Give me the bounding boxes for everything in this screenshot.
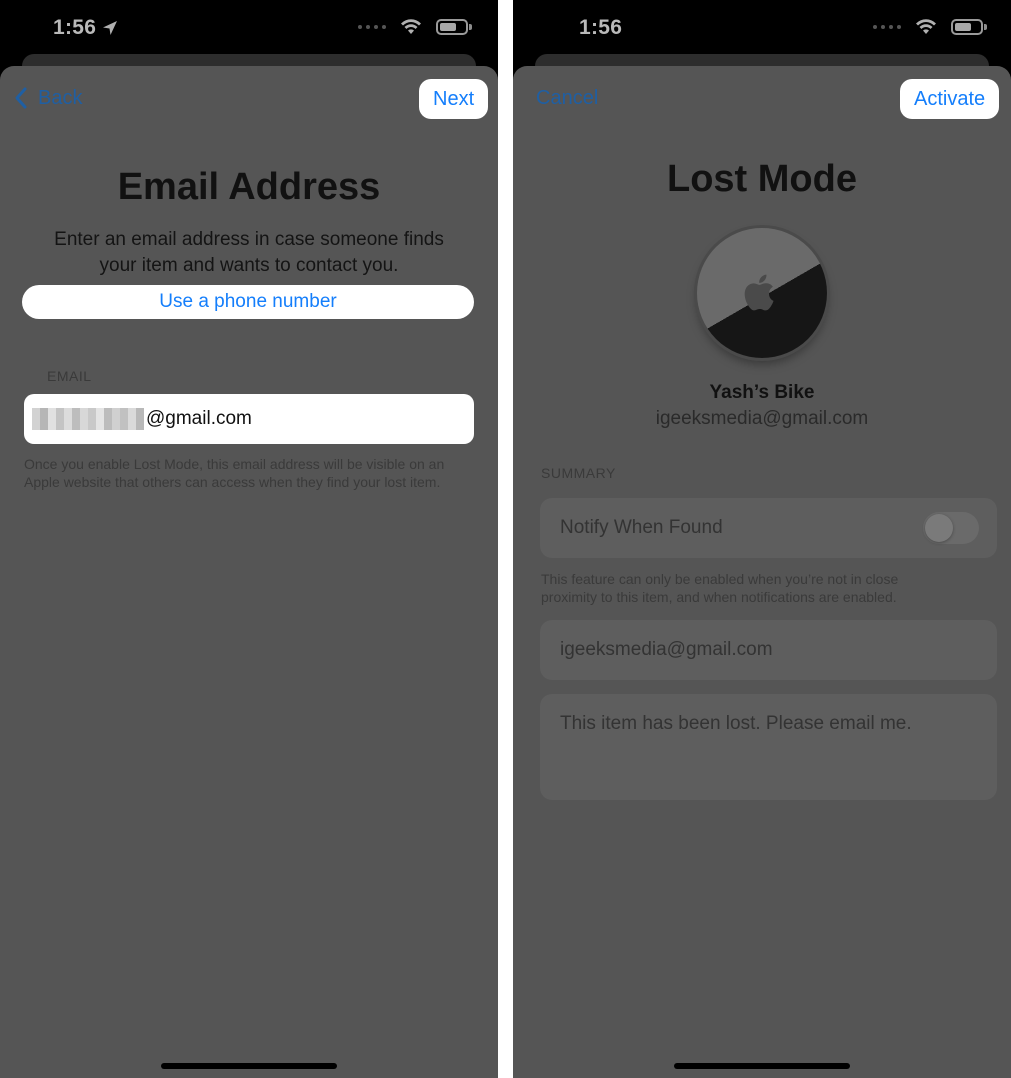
wifi-icon <box>916 19 936 34</box>
page-title: Lost Mode <box>667 158 857 200</box>
email-section-label: EMAIL <box>47 368 92 384</box>
back-button[interactable]: Back <box>14 86 82 110</box>
lost-mode-sheet: Cancel Activate Lost Mode Yash’s Bike ig… <box>513 66 1011 1078</box>
contact-email-field[interactable]: igeeksmedia@gmail.com <box>540 620 997 680</box>
cellular-signal-icon <box>873 24 901 29</box>
status-indicators <box>873 18 987 35</box>
status-bar: 1:56 <box>513 0 1011 56</box>
page-title: Email Address <box>117 166 381 208</box>
home-indicator <box>674 1063 850 1069</box>
notify-when-found-toggle[interactable] <box>923 512 979 544</box>
use-phone-number-button[interactable]: Use a phone number <box>22 285 474 319</box>
email-domain: @gmail.com <box>146 408 252 429</box>
location-arrow-icon <box>103 21 117 35</box>
status-indicators <box>358 18 472 35</box>
contact-email-value: igeeksmedia@gmail.com <box>560 639 773 660</box>
right-phone-screen: 1:56 Cancel Activate Lost Mode Yash’s Bi… <box>513 0 1011 1078</box>
notify-when-found-row: Notify When Found <box>540 498 997 558</box>
notify-when-found-label: Notify When Found <box>560 517 723 538</box>
left-phone-screen: 1:56 Back Next Email Address Enter an em… <box>0 0 498 1078</box>
item-name: Yash’s Bike <box>709 382 815 403</box>
chevron-left-icon <box>15 87 27 109</box>
email-field[interactable]: @gmail.com <box>24 394 474 444</box>
activate-button[interactable]: Activate <box>900 79 1000 119</box>
home-indicator <box>161 1063 337 1069</box>
status-time: 1:56 <box>579 16 623 39</box>
apple-logo-icon <box>744 274 774 311</box>
battery-icon <box>436 18 472 35</box>
summary-section-label: SUMMARY <box>541 465 616 481</box>
battery-icon <box>951 18 987 35</box>
cancel-button[interactable]: Cancel <box>536 87 598 110</box>
redacted-email-username <box>32 408 144 430</box>
back-label: Back <box>38 86 83 109</box>
page-description: Enter an email address in case someone f… <box>54 229 444 276</box>
next-button[interactable]: Next <box>419 79 489 119</box>
email-address-sheet: Back Next Email Address Enter an email a… <box>0 66 498 1078</box>
message-value: This item has been lost. Please email me… <box>560 713 912 734</box>
message-field[interactable]: This item has been lost. Please email me… <box>540 694 997 800</box>
wifi-icon <box>401 19 421 34</box>
email-footnote: Once you enable Lost Mode, this email ad… <box>24 456 445 490</box>
status-bar: 1:56 <box>0 0 498 56</box>
status-time: 1:56 <box>53 16 97 39</box>
item-email: igeeksmedia@gmail.com <box>655 408 869 429</box>
airtag-image <box>697 228 827 358</box>
cellular-signal-icon <box>358 24 386 29</box>
notify-footnote: This feature can only be enabled when yo… <box>541 571 899 605</box>
